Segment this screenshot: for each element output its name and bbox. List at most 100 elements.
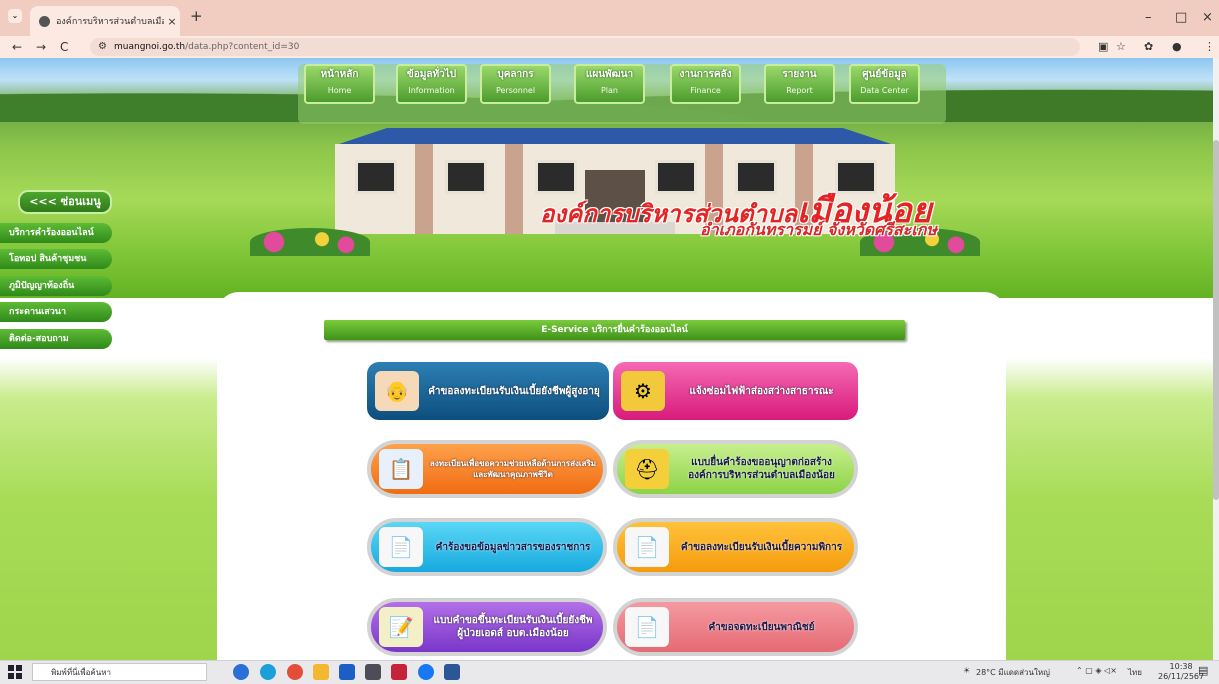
elderly-couple-icon: 👴 [375, 371, 419, 411]
service-disability-allowance[interactable]: 📄 คำขอลงทะเบียนรับเงินเบี้ยความพิการ [613, 518, 858, 576]
minimize-button[interactable]: – [1145, 10, 1152, 25]
word-icon[interactable] [444, 664, 460, 680]
service-streetlight-repair[interactable]: ⚙ แจ้งซ่อมไฟฟ้าส่องสว่างสาธารณะ [613, 362, 858, 420]
nav-finance-sublabel: Finance [690, 86, 721, 95]
address-bar-row: ← → C ⚙ muangnoi.go.th/data.php?content_i… [0, 36, 1219, 58]
nav-report-sublabel: Report [786, 86, 813, 95]
nav-data-center-sublabel: Data Center [860, 86, 909, 95]
service-label: คำขอจดทะเบียนพาณิชย์ [708, 621, 815, 633]
nav-personnel[interactable]: บุคลากร Personnel [480, 64, 551, 104]
page-scrollbar-thumb[interactable] [1213, 140, 1219, 500]
forward-button[interactable]: → [36, 39, 46, 55]
browser-menu-icon[interactable]: ⋮ [1204, 40, 1215, 53]
eservice-heading: E-Service บริการยื่นคำร้องออนไลน์ [324, 320, 905, 340]
mail-icon[interactable] [365, 664, 381, 680]
new-tab-button[interactable]: + [190, 9, 203, 24]
sidebar-item-online-requests[interactable]: บริการคำร้องออนไลน์ [0, 223, 112, 243]
url-path: /data.php?content_id=30 [185, 42, 300, 52]
weather-icon[interactable]: ☀ [963, 666, 970, 675]
windows-start-icon[interactable] [8, 665, 22, 679]
nav-data-center-label: ศูนย์ข้อมูล [862, 69, 907, 80]
browser-tab[interactable]: องค์การบริหารส่วนตำบลเมืองน้อย อำ × [30, 6, 180, 36]
nav-home-sublabel: Home [327, 86, 352, 95]
tab-close-button[interactable]: × [164, 15, 180, 28]
header-banner: หน้าหลัก Home ข้อมูลทั่วไป Information บุค… [0, 58, 1213, 298]
service-commercial-registration[interactable]: 📄 คำขอจดทะเบียนพาณิชย์ [613, 598, 858, 656]
sidebar-item-otop[interactable]: โอทอป สินค้าชุมชน [0, 249, 112, 269]
nav-data-center[interactable]: ศูนย์ข้อมูล Data Center [849, 64, 920, 104]
service-aids-patient-allowance[interactable]: 📝 แบบคำขอขึ้นทะเบียนรับเงินเบี้ยยังชีพ ผ… [367, 598, 607, 656]
taskbar-search-placeholder: พิมพ์ที่นี่เพื่อค้นหา [51, 668, 111, 677]
flower-bed-left [250, 228, 370, 256]
nav-finance-label: งานการคลัง [679, 69, 732, 80]
checklist-icon: 📋 [379, 449, 423, 489]
browser-tab-strip: ⌄ องค์การบริหารส่วนตำบลเมืองน้อย อำ × + … [0, 0, 1219, 36]
nav-home-label: หน้าหลัก [320, 69, 359, 80]
site-favicon-icon [39, 15, 50, 27]
nav-plan-sublabel: Plan [600, 86, 619, 95]
service-quality-of-life-registration[interactable]: 📋 ลงทะเบียนเพื่อขอความช่วยเหลือด้านการส่… [367, 440, 607, 498]
facebook-icon[interactable] [418, 664, 434, 680]
document-icon: 📄 [625, 527, 669, 567]
service-label: คำขอลงทะเบียนรับเงินเบี้ยยังชีพผู้สูงอาย… [428, 385, 600, 397]
app-red-icon[interactable] [391, 664, 407, 680]
service-label: แบบคำขอขึ้นทะเบียนรับเงินเบี้ยยังชีพ ผู้… [433, 615, 593, 639]
store-icon[interactable] [339, 664, 355, 680]
nav-home[interactable]: หน้าหลัก Home [304, 64, 375, 104]
content-card: E-Service บริการยื่นคำร้องออนไลน์ 👴 คำขอ… [217, 292, 1006, 660]
tray-icons[interactable]: ⌃ ▢ ◈ ◁× [1076, 666, 1117, 675]
extensions-icon[interactable]: ✿ [1144, 40, 1153, 53]
nav-plan-label: แผนพัฒนา [585, 69, 634, 80]
service-construction-permit[interactable]: ⛑ แบบยื่นคำร้องขออนุญาตก่อสร้าง องค์การบ… [613, 440, 858, 498]
service-elderly-allowance[interactable]: 👴 คำขอลงทะเบียนรับเงินเบี้ยยังชีพผู้สูงอ… [367, 362, 609, 420]
notification-icon[interactable]: ▤ [1198, 664, 1208, 677]
organization-subtitle: อำเภอกันทรารมย์ จังหวัดศรีสะเกษ [700, 220, 937, 239]
tab-title: องค์การบริหารส่วนตำบลเมืองน้อย อำ [56, 17, 164, 27]
sidebar-item-local-wisdom[interactable]: ภูมิปัญญาท้องถิ่น [0, 276, 112, 296]
service-official-information-request[interactable]: 📄 คำร้องขอข้อมูลข่าวสารของราชการ [367, 518, 607, 576]
translate-icon[interactable]: ▣ [1098, 40, 1108, 53]
nav-report-label: รายงาน [782, 69, 817, 80]
service-label: ลงทะเบียนเพื่อขอความช่วยเหลือด้านการส่งเ… [429, 459, 597, 479]
taskbar-search-box[interactable]: พิมพ์ที่นี่เพื่อค้นหา [32, 663, 207, 681]
hide-menu-button[interactable]: <<< ซ่อนเมนู [18, 190, 112, 214]
nav-plan[interactable]: แผนพัฒนา Plan [574, 64, 645, 104]
construction-icon: ⛑ [625, 449, 669, 489]
tab-list-button[interactable]: ⌄ [8, 9, 22, 23]
web-page: หน้าหลัก Home ข้อมูลทั่วไป Information บุค… [0, 58, 1213, 660]
nav-personnel-label: บุคลากร [497, 69, 534, 80]
nav-information-label: ข้อมูลทั่วไป [406, 69, 457, 80]
nav-report[interactable]: รายงาน Report [764, 64, 835, 104]
nav-finance[interactable]: งานการคลัง Finance [670, 64, 741, 104]
sidebar-item-contact[interactable]: ติดต่อ-สอบถาม [0, 329, 112, 349]
url-domain: muangnoi.go.th [114, 42, 186, 52]
back-button[interactable]: ← [12, 39, 22, 55]
nav-information[interactable]: ข้อมูลทั่วไป Information [396, 64, 467, 104]
form-icon: 📝 [379, 607, 423, 647]
main-navigation: หน้าหลัก Home ข้อมูลทั่วไป Information บุค… [298, 64, 946, 124]
file-explorer-icon[interactable] [313, 664, 329, 680]
service-label: คำร้องขอข้อมูลข่าวสารของราชการ [435, 541, 591, 553]
maximize-button[interactable]: □ [1175, 10, 1187, 25]
profile-icon[interactable]: ● [1172, 40, 1182, 53]
service-label: แจ้งซ่อมไฟฟ้าส่องสว่างสาธารณะ [689, 385, 834, 397]
task-view-icon[interactable] [233, 664, 249, 680]
weather-text[interactable]: 28°C มีแดดส่วนใหญ่ [976, 666, 1050, 679]
repair-gear-icon: ⚙ [621, 371, 665, 411]
document-icon: 📄 [625, 607, 669, 647]
close-window-button[interactable]: × [1202, 10, 1213, 25]
edge-icon[interactable] [260, 664, 276, 680]
url-field[interactable]: ⚙ muangnoi.go.th/data.php?content_id=30 [90, 38, 1080, 56]
service-label: คำขอลงทะเบียนรับเงินเบี้ยความพิการ [680, 541, 843, 553]
nav-personnel-sublabel: Personnel [495, 86, 536, 95]
language-indicator[interactable]: ไทย [1128, 666, 1142, 679]
nav-information-sublabel: Information [408, 86, 455, 95]
bookmark-star-icon[interactable]: ☆ [1116, 40, 1126, 53]
site-info-icon[interactable]: ⚙ [98, 38, 110, 56]
chrome-icon[interactable] [287, 664, 303, 680]
sidebar-item-webboard[interactable]: กระดานเสวนา [0, 302, 112, 322]
service-label: แบบยื่นคำร้องขออนุญาตก่อสร้าง องค์การบริ… [688, 457, 835, 481]
document-icon: 📄 [379, 527, 423, 567]
windows-taskbar: พิมพ์ที่นี่เพื่อค้นหา ☀ 28°C มีแดดส่วนให… [0, 660, 1219, 684]
reload-button[interactable]: C [60, 39, 68, 55]
